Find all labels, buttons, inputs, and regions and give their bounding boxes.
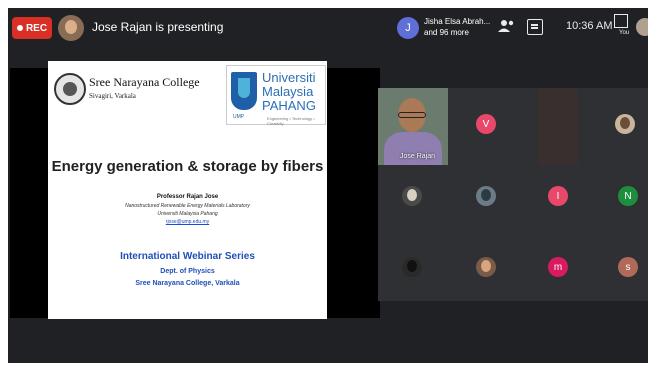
- participant-photo-avatar[interactable]: [476, 257, 496, 277]
- presentation-slide: Sree Narayana College Sivagiri, Varkala …: [48, 61, 327, 319]
- slide-university: Universiti Malaysia Pahang: [157, 211, 218, 217]
- university-logo: UMP Universiti Malaysia PAHANG Engineeri…: [226, 65, 326, 126]
- recording-badge: REC: [12, 17, 52, 39]
- college-name: Sree Narayana College: [89, 75, 200, 89]
- slide-email: rjose@ump.edu.my: [165, 219, 210, 225]
- slide-author: Professor Rajan Jose: [156, 194, 219, 200]
- presenter-avatar: [58, 15, 84, 41]
- participant-photo-avatar[interactable]: [615, 114, 635, 134]
- participant-avatar-i[interactable]: I: [548, 186, 568, 206]
- university-name: Universiti Malaysia PAHANG: [262, 71, 316, 113]
- university-name-line-1: Universiti: [262, 70, 316, 85]
- top-bar: REC Jose Rajan is presenting J Jisha Els…: [8, 8, 648, 48]
- chat-icon[interactable]: [527, 19, 543, 35]
- participant-avatar-s[interactable]: s: [618, 257, 638, 277]
- viewer-avatar[interactable]: J: [397, 17, 419, 39]
- university-name-line-2: Malaysia: [262, 84, 314, 99]
- participant-avatar-v[interactable]: V: [476, 114, 496, 134]
- viewer-name: Jisha Elsa Abrah...: [424, 17, 491, 26]
- participant-avatar-m[interactable]: m: [548, 257, 568, 277]
- participant-video-name: Jose Rajan: [400, 153, 436, 160]
- university-name-line-3: PAHANG: [262, 98, 316, 113]
- ump-logo-label: UMP: [233, 114, 245, 120]
- presenter-status: Jose Rajan is presenting: [92, 20, 224, 34]
- college-place: Sivagiri, Varkala: [89, 92, 136, 100]
- slide-series: International Webinar Series: [120, 251, 255, 262]
- activities-icon[interactable]: [614, 14, 628, 28]
- people-icon[interactable]: [498, 19, 516, 36]
- college-logo: [54, 73, 86, 105]
- participant-dark-tile[interactable]: [538, 88, 578, 165]
- participant-photo-avatar[interactable]: [402, 186, 422, 206]
- clock: 10:36 AM: [566, 20, 613, 32]
- slide-lab: Nanostructured Renewable Energy Material…: [125, 203, 250, 209]
- participant-photo-avatar[interactable]: [402, 257, 422, 277]
- viewer-count: and 96 more: [424, 28, 469, 37]
- viewer-summary[interactable]: Jisha Elsa Abrah... and 96 more: [424, 16, 490, 38]
- ump-shield-icon: [231, 72, 257, 110]
- self-avatar[interactable]: [636, 18, 648, 36]
- self-label: You: [619, 30, 630, 36]
- slide-college-footer: Sree Narayana College, Varkala: [135, 280, 240, 287]
- university-tagline: Engineering • Technology • Creativity: [267, 116, 315, 126]
- slide-dept: Dept. of Physics: [160, 268, 215, 275]
- record-dot-icon: [16, 25, 23, 31]
- recording-label: REC: [25, 22, 48, 34]
- participant-photo-avatar[interactable]: [476, 186, 496, 206]
- participant-avatar-n[interactable]: N: [618, 186, 638, 206]
- slide-title: Energy generation & storage by fibers: [51, 158, 324, 175]
